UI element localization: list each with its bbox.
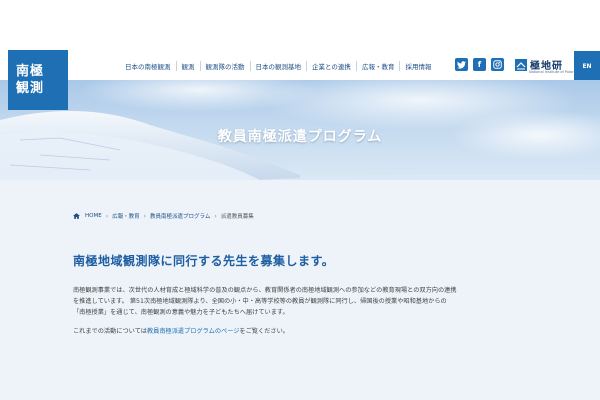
logo-line-1: 南極 [16,64,45,79]
intro-line-2: を推進しています。 第51次南極地域観測隊より、全国の小・中・高等学校等の教員が… [73,298,447,305]
activities-paragraph: これまでの活動については教員南極派遣プログラムのページをご覧ください。 [73,326,543,337]
page-title: 教員南極派遣プログラム [217,129,383,145]
home-icon [73,213,80,219]
nav-item-expedition-activities[interactable]: 観測隊の活動 [199,61,250,71]
nav-item-corporate-partnership[interactable]: 企業との連携 [306,61,356,71]
social-links: f [455,58,504,71]
nav-item-antarctic-observation[interactable]: 日本の南極観測 [120,61,176,71]
page: 南極 観測 日本の南極観測 観測 観測隊の活動 日本の観測基地 企業との連携 広… [0,0,600,400]
breadcrumb-teacher-program[interactable]: 教員南極派遣プログラム [147,212,213,220]
program-page-link[interactable]: 教員南極派遣プログラムのページ [147,328,240,335]
nav-item-observation[interactable]: 観測 [175,61,200,71]
instagram-icon[interactable] [491,58,504,71]
section-heading: 南極地域観測隊に同行する先生を募集します。 [73,254,335,268]
nav-item-observation-bases[interactable]: 日本の観測基地 [249,61,307,71]
breadcrumb-home[interactable]: HOME [82,213,105,219]
breadcrumb: HOME › 広報・教育 › 教員南極派遣プログラム › 派遣教員募集 [73,212,257,220]
activities-text-pre: これまでの活動については [73,328,147,335]
breadcrumb-current: 派遣教員募集 [220,214,254,220]
logo-line-2: 観測 [16,81,45,96]
language-switch-button[interactable]: EN [574,51,600,81]
intro-line-1: 南極観測事業では、次世代の人材育成と極域科学の普及の観点から、教育関係者の南極地… [73,287,457,294]
facebook-icon[interactable]: f [473,58,486,71]
breadcrumb-pr-education[interactable]: 広報・教育 [109,212,143,220]
nav-item-pr-education[interactable]: 広報・教育 [355,61,400,71]
intro-paragraph: 南極観測事業では、次世代の人材育成と極域科学の普及の観点から、教育関係者の南極地… [73,285,543,318]
main-nav: 日本の南極観測 観測 観測隊の活動 日本の観測基地 企業との連携 広報・教育 採… [120,59,436,73]
site-logo[interactable]: 南極 観測 [8,50,68,110]
activities-text-post: をご覧ください。 [239,328,289,335]
twitter-icon[interactable] [455,58,468,71]
intro-line-3: 「南極授業」を通じて、南極観測の意義や魅力を子どもたちへ届けています。 [73,309,289,316]
nipr-mark-icon [515,58,527,71]
nav-item-recruitment[interactable]: 採用情報 [399,61,436,71]
